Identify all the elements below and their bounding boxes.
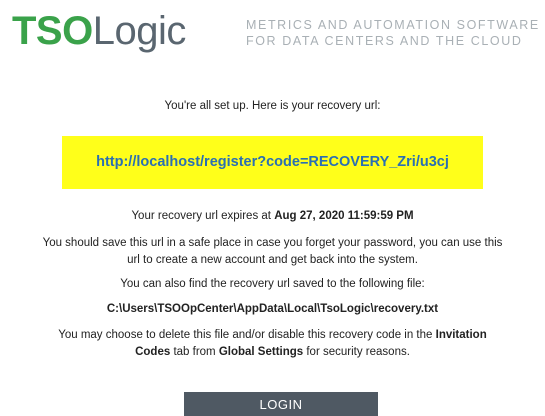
global-settings-label: Global Settings — [218, 346, 304, 358]
expiry-prefix: Your recovery url expires at — [131, 210, 275, 222]
tagline-line-1: METRICS AND AUTOMATION SOFTWARE — [246, 18, 540, 32]
expiry-date: Aug 27, 2020 11:59:59 PM — [274, 210, 414, 222]
logo-logic-text: Logic — [92, 9, 187, 53]
delete-prefix: You may choose to delete this file and/o… — [58, 329, 436, 341]
recovery-file-path: C:\Users\TSOOpCenter\AppData\Local\TsoLo… — [106, 303, 439, 315]
tagline: METRICS AND AUTOMATION SOFTWARE FOR DATA… — [246, 17, 545, 49]
recovery-url-link[interactable]: http://localhost/register?code=RECOVERY_… — [96, 154, 449, 171]
delete-suffix: for security reasons. — [303, 346, 410, 358]
file-location-text: You can also find the recovery url saved… — [120, 278, 425, 290]
tsologic-logo: TSOLogic — [12, 7, 186, 55]
save-instructions: You should save this url in a safe place… — [42, 237, 503, 266]
expiry-text: Your recovery url expires at Aug 27, 202… — [0, 208, 545, 225]
login-button[interactable]: LOGIN — [184, 392, 378, 416]
header: TSOLogic METRICS AND AUTOMATION SOFTWARE… — [0, 0, 545, 70]
tagline-line-2: FOR DATA CENTERS AND THE CLOUD — [246, 34, 523, 48]
logo-tso-text: TSO — [12, 9, 93, 53]
delete-instructions: You may choose to delete this file and/o… — [40, 327, 505, 361]
recovery-url-box: http://localhost/register?code=RECOVERY_… — [62, 136, 483, 189]
delete-middle: tab from — [170, 346, 219, 358]
intro-text: You're all set up. Here is your recovery… — [164, 100, 381, 112]
